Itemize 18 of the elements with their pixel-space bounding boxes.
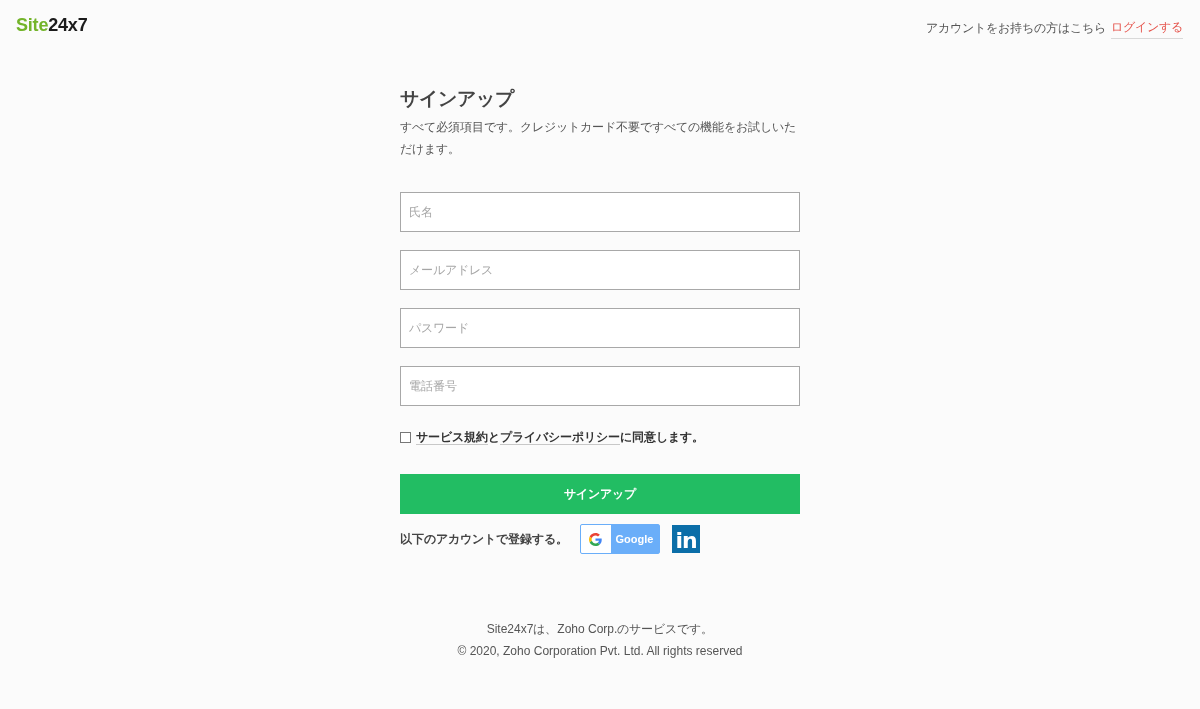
linkedin-button[interactable]: in: [672, 525, 700, 553]
login-link[interactable]: ログインする: [1111, 20, 1183, 39]
footer-text: Site24x7は、Zoho Corp.のサービスです。: [486, 621, 714, 638]
account-prompt: アカウントをお持ちの方はこちら: [926, 19, 1106, 36]
social-signup-label: 以下のアカウントで登録する。: [400, 530, 568, 548]
consent-link[interactable]: プライバシーポリシー: [500, 430, 620, 445]
logo: Site24x7: [16, 13, 88, 36]
page-title: サインアップ: [400, 87, 516, 111]
input-field[interactable]: パスワード: [400, 308, 800, 348]
input-field[interactable]: 電話番号: [400, 366, 800, 406]
g-logo-icon: [589, 532, 602, 546]
input-field[interactable]: メールアドレス: [400, 250, 800, 290]
input-field[interactable]: 氏名: [400, 192, 800, 232]
consent-link[interactable]: サービス規約: [416, 430, 488, 445]
description-text: すべて必須項目です。クレジットカード不要ですべての機能をお試しいただけます。: [400, 119, 797, 158]
footer-text: © 2020, Zoho Corporation Pvt. Ltd. All rights reserved: [457, 643, 743, 660]
checkbox[interactable]: [400, 431, 411, 443]
consent-text: サービス規約と プライバシーポリシーに同意します。: [416, 429, 704, 445]
